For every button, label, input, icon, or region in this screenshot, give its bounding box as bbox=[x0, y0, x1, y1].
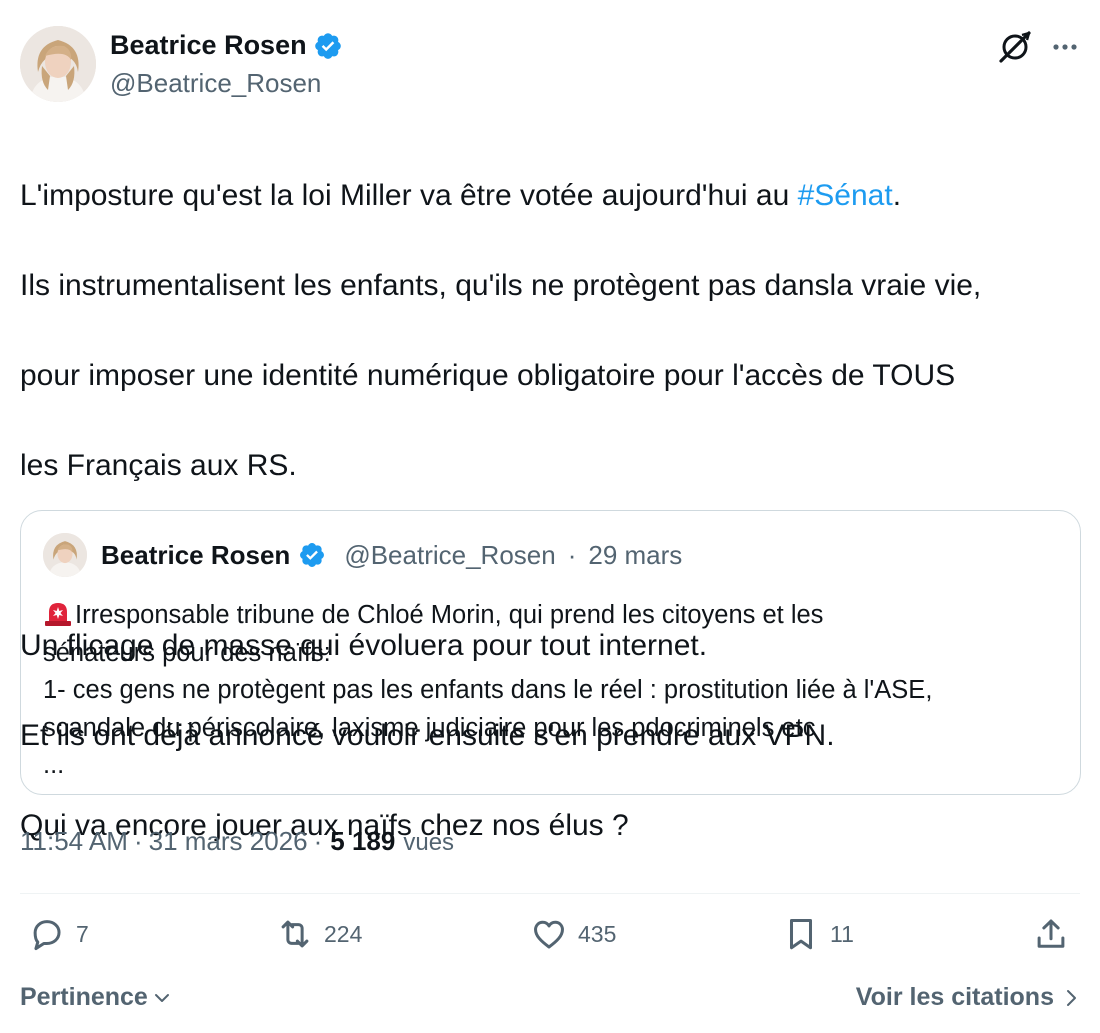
siren-icon bbox=[43, 599, 73, 627]
quoted-text-line: 1- ces gens ne protègent pas les enfants… bbox=[43, 676, 933, 704]
reply-count: 7 bbox=[76, 920, 89, 947]
tweet-time[interactable]: 11:54 AM bbox=[20, 826, 128, 857]
action-bar: 7 224 435 11 bbox=[20, 915, 1080, 967]
view-quotes-link[interactable]: Voir les citations bbox=[856, 983, 1080, 1012]
tweet-text-line: pour imposer une identité numérique obli… bbox=[20, 359, 956, 392]
like-count: 435 bbox=[578, 920, 617, 947]
quoted-tweet[interactable]: Beatrice Rosen @Beatrice_Rosen · 29 mars… bbox=[20, 510, 1081, 795]
heart-icon bbox=[534, 920, 564, 949]
grok-icon[interactable] bbox=[998, 30, 1032, 64]
tweet-detail: Beatrice Rosen @Beatrice_Rosen L'impostu… bbox=[0, 0, 1100, 1033]
quoted-tweet-text: Irresponsable tribune de Chloé Morin, qu… bbox=[43, 597, 1053, 785]
quoted-text-segment: Irresponsable tribune de Chloé Morin, qu… bbox=[75, 601, 824, 629]
share-button[interactable] bbox=[1032, 915, 1070, 953]
quoted-separator: · bbox=[567, 539, 577, 570]
repost-button[interactable]: 224 bbox=[276, 915, 362, 953]
views-label: vues bbox=[403, 829, 455, 856]
reply-button[interactable]: 7 bbox=[28, 915, 89, 953]
quoted-text-line: Irresponsable tribune de Chloé Morin, qu… bbox=[43, 597, 1053, 635]
author-display-name[interactable]: Beatrice Rosen bbox=[110, 30, 307, 61]
tweet-meta: 11:54 AM · 31 mars 2026 · 5 189 vues bbox=[20, 826, 454, 857]
sort-dropdown[interactable]: Pertinence bbox=[20, 983, 172, 1012]
verified-badge-icon bbox=[298, 541, 326, 569]
divider bbox=[20, 893, 1080, 894]
header-actions bbox=[998, 30, 1080, 64]
repost-icon bbox=[281, 920, 309, 948]
author-handle[interactable]: @Beatrice_Rosen bbox=[110, 68, 321, 99]
quoted-handle: @Beatrice_Rosen bbox=[344, 539, 556, 570]
tweet-text-line: L'imposture qu'est la loi Miller va être… bbox=[20, 173, 1080, 218]
quoted-avatar bbox=[43, 533, 87, 577]
views-count: 5 189 bbox=[330, 826, 396, 856]
quoted-date: 29 mars bbox=[588, 539, 683, 570]
more-icon[interactable] bbox=[1050, 32, 1080, 62]
reply-icon bbox=[33, 920, 61, 951]
chevron-right-icon bbox=[1067, 989, 1076, 1006]
share-icon bbox=[1037, 919, 1065, 948]
view-quotes-label: Voir les citations bbox=[855, 983, 1054, 1011]
tweet-text-line: les Français aux RS. bbox=[20, 449, 297, 482]
bookmark-icon bbox=[789, 919, 813, 950]
verified-badge-icon[interactable] bbox=[313, 31, 343, 61]
repost-count: 224 bbox=[324, 920, 363, 947]
like-button[interactable]: 435 bbox=[530, 915, 616, 953]
bookmark-count: 11 bbox=[830, 920, 854, 947]
meta-separator: · bbox=[133, 826, 143, 856]
bookmark-button[interactable]: 11 bbox=[782, 915, 854, 953]
tweet-date[interactable]: 31 mars 2026 bbox=[149, 826, 308, 857]
chevron-down-icon bbox=[154, 993, 169, 1002]
replies-footer: Pertinence Voir les citations bbox=[20, 983, 1080, 1019]
author-name-row: Beatrice Rosen bbox=[110, 30, 343, 61]
avatar[interactable] bbox=[20, 26, 96, 102]
quoted-display-name: Beatrice Rosen bbox=[101, 539, 291, 570]
tweet-text-segment: . bbox=[892, 179, 902, 212]
quoted-tweet-header: Beatrice Rosen @Beatrice_Rosen · 29 mars bbox=[43, 533, 682, 577]
tweet-header: Beatrice Rosen @Beatrice_Rosen bbox=[20, 26, 1080, 102]
sort-label: Pertinence bbox=[20, 983, 148, 1011]
meta-separator: · bbox=[313, 826, 323, 856]
tweet-text-segment: L'imposture qu'est la loi Miller va être… bbox=[20, 179, 798, 212]
quoted-text-line: sénateurs pour des naïfs: bbox=[43, 638, 331, 667]
quoted-text-line: scandale du périscolaire, laxisme judici… bbox=[43, 713, 816, 742]
hashtag-link[interactable]: #Sénat bbox=[798, 179, 893, 212]
tweet-text-line: Ils instrumentalisent les enfants, qu'il… bbox=[20, 269, 982, 302]
quoted-text-line: ... bbox=[43, 751, 65, 779]
